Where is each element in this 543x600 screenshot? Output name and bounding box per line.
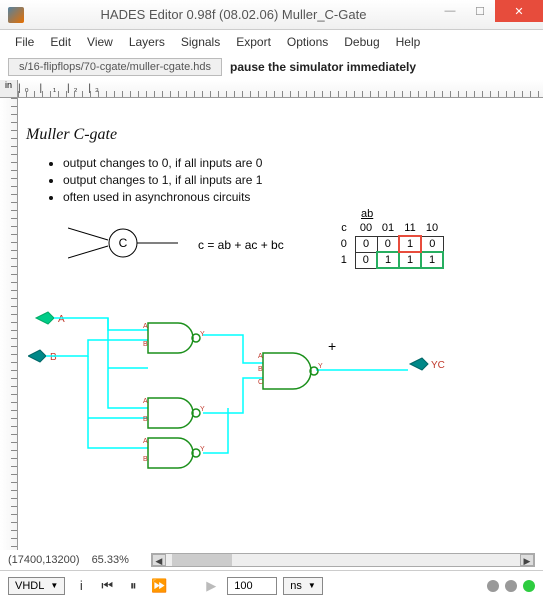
svg-text:Y: Y: [200, 406, 205, 413]
svg-text:Y: Y: [318, 363, 323, 370]
rewind-button[interactable]: ⏮: [97, 576, 117, 596]
svg-text:A: A: [143, 398, 148, 405]
svg-text:A: A: [58, 314, 65, 325]
file-path-tab[interactable]: s/16-flipflops/70-cgate/muller-cgate.hds: [8, 58, 222, 76]
scroll-left-arrow-icon[interactable]: ◀: [152, 554, 166, 566]
time-input[interactable]: [227, 577, 277, 595]
schematic-title: Muller C-gate: [26, 126, 117, 144]
app-window: HADES Editor 0.98f (08.02.06) Muller_C-G…: [0, 0, 543, 600]
karnaugh-map: ab c 00 01 11 10 0 0 0 1: [333, 208, 444, 269]
description-list: output changes to 0, if all inputs are 0…: [63, 153, 262, 207]
svg-text:C: C: [119, 236, 128, 250]
toolbar: s/16-flipflops/70-cgate/muller-cgate.hds…: [0, 54, 543, 80]
c-gate-symbol: C: [68, 218, 178, 268]
chevron-down-icon: ▼: [308, 581, 316, 590]
menu-export[interactable]: Export: [231, 33, 276, 51]
svg-text:A: A: [143, 438, 148, 445]
play-button[interactable]: ▶: [201, 576, 221, 596]
svg-text:Y: Y: [200, 446, 205, 453]
window-title: HADES Editor 0.98f (08.02.06) Muller_C-G…: [32, 7, 435, 22]
vertical-ruler: [0, 98, 18, 550]
status-bar: (17400,13200) 65.33% ◀ ▶: [0, 550, 543, 570]
status-led-1: [487, 580, 499, 592]
menu-options[interactable]: Options: [282, 33, 333, 51]
logic-circuit[interactable]: A B: [28, 308, 458, 488]
svg-text:C: C: [258, 379, 263, 386]
time-unit-select[interactable]: ns▼: [283, 577, 323, 595]
java-icon: [8, 7, 24, 23]
menu-signals[interactable]: Signals: [176, 33, 225, 51]
svg-text:Y: Y: [200, 331, 205, 338]
menubar: File Edit View Layers Signals Export Opt…: [0, 30, 543, 54]
schematic-canvas[interactable]: Muller C-gate output changes to 0, if al…: [18, 98, 543, 550]
svg-text:A: A: [143, 323, 148, 330]
scroll-right-arrow-icon[interactable]: ▶: [520, 554, 534, 566]
menu-layers[interactable]: Layers: [124, 33, 170, 51]
status-led-2: [505, 580, 517, 592]
bullet-item: often used in asynchronous circuits: [63, 190, 262, 204]
coords-readout: (17400,13200): [8, 554, 80, 566]
ruler-unit: in: [0, 80, 18, 98]
toolbar-status-message: pause the simulator immediately: [230, 60, 416, 74]
horizontal-ruler: [18, 80, 543, 98]
port-yc[interactable]: [410, 358, 428, 370]
menu-debug[interactable]: Debug: [339, 33, 384, 51]
menu-view[interactable]: View: [82, 33, 118, 51]
svg-text:B: B: [143, 456, 148, 463]
svg-text:B: B: [143, 341, 148, 348]
menu-help[interactable]: Help: [391, 33, 426, 51]
bullet-item: output changes to 0, if all inputs are 0: [63, 156, 262, 170]
titlebar: HADES Editor 0.98f (08.02.06) Muller_C-G…: [0, 0, 543, 30]
chevron-down-icon: ▼: [50, 581, 58, 590]
svg-text:YC: YC: [431, 360, 445, 371]
boolean-formula: c = ab + ac + bc: [198, 238, 284, 252]
close-button[interactable]: ✕: [495, 0, 543, 22]
status-led-3: [523, 580, 535, 592]
horizontal-scrollbar[interactable]: ◀ ▶: [151, 553, 535, 567]
minimize-button[interactable]: —: [435, 0, 465, 22]
maximize-button[interactable]: ☐: [465, 0, 495, 22]
svg-text:A: A: [258, 353, 263, 360]
svg-text:B: B: [258, 366, 263, 373]
menu-file[interactable]: File: [10, 33, 39, 51]
svg-text:B: B: [143, 416, 148, 423]
port-a[interactable]: [36, 312, 54, 324]
menu-edit[interactable]: Edit: [45, 33, 76, 51]
pause-button[interactable]: ⏸: [123, 576, 143, 596]
language-select[interactable]: VHDL▼: [8, 577, 65, 595]
port-b[interactable]: [28, 350, 46, 362]
zoom-readout: 65.33%: [92, 554, 129, 566]
info-button[interactable]: i: [71, 576, 91, 596]
svg-text:B: B: [50, 352, 57, 363]
bullet-item: output changes to 1, if all inputs are 1: [63, 173, 262, 187]
editor-area: in Muller C-gate output changes to 0, if…: [0, 80, 543, 550]
fast-forward-button[interactable]: ⏩: [149, 576, 169, 596]
scrollbar-thumb[interactable]: [172, 554, 232, 566]
simulation-toolbar: VHDL▼ i ⏮ ⏸ ⏩ ▶ ns▼: [0, 570, 543, 600]
